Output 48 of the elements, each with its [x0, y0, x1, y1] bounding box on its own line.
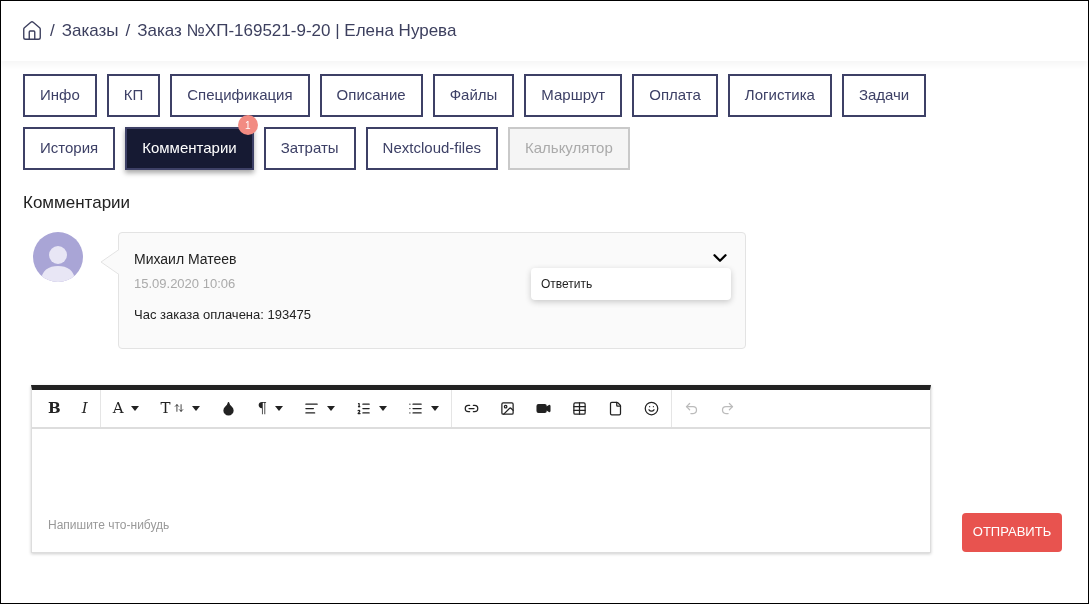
caret-icon — [192, 405, 201, 411]
font-button[interactable]: A — [104, 392, 148, 424]
bold-button[interactable]: B — [40, 392, 69, 424]
tab[interactable]: Nextcloud-files — [365, 127, 498, 170]
droplet-icon — [221, 400, 237, 416]
menu-item[interactable]: Ответить — [531, 274, 731, 293]
tab[interactable]: КП — [106, 74, 161, 117]
tab[interactable]: Логистика — [727, 74, 832, 117]
caret-icon — [327, 405, 336, 411]
bullet-list-icon — [408, 400, 424, 416]
comment-date: 15.09.2020 10:06 — [134, 274, 236, 293]
smiley-icon — [644, 400, 660, 416]
breadcrumb-separator: / — [50, 20, 55, 43]
numbered-list-icon — [356, 400, 372, 416]
align-left-icon — [304, 400, 320, 416]
section-title: Комментарии — [23, 192, 132, 214]
redo-icon — [720, 400, 736, 416]
breadcrumb-separator: / — [125, 20, 131, 43]
image-icon — [500, 400, 516, 416]
tab[interactable]: Маршрут — [524, 74, 623, 117]
avatar — [33, 231, 83, 282]
comment-text: Час заказа оплачена: 193475 — [134, 306, 311, 324]
tab[interactable]: Затраты — [263, 127, 356, 170]
send-button[interactable]: ОТПРАВИТЬ — [962, 512, 1062, 552]
rich-text-editor[interactable]: B I A T ¶ Напишите что-нибудь — [31, 384, 931, 553]
home-icon[interactable] — [21, 20, 43, 42]
comment-field[interactable]: Напишите что-нибудь — [32, 428, 930, 552]
tab[interactable]: Задачи — [841, 74, 927, 117]
caret-icon — [131, 405, 140, 411]
paragraph-button[interactable]: ¶ — [249, 392, 292, 424]
font-size-button[interactable]: T — [152, 392, 209, 424]
caret-icon — [275, 405, 284, 411]
arrows-icon — [174, 403, 185, 413]
file-icon — [608, 400, 624, 416]
tab[interactable]: Файлы — [432, 74, 515, 117]
caret-icon — [431, 405, 440, 411]
undo-icon — [684, 400, 700, 416]
breadcrumb-item[interactable]: Заказ №ХП-169521-9-20 | Елена Нурева — [137, 18, 457, 44]
tab[interactable]: Инфо — [23, 74, 97, 117]
comment-author: Михаил Матеев — [134, 249, 237, 269]
tab[interactable]: Оплата — [632, 74, 718, 117]
table-icon — [572, 400, 588, 416]
caret-icon — [379, 405, 388, 411]
tab[interactable]: История — [23, 127, 116, 170]
italic-button[interactable]: I — [73, 392, 96, 424]
tab[interactable]: Описание — [319, 74, 423, 117]
breadcrumb-item[interactable]: Заказы — [61, 18, 119, 44]
tab[interactable]: Спецификация — [170, 74, 310, 117]
